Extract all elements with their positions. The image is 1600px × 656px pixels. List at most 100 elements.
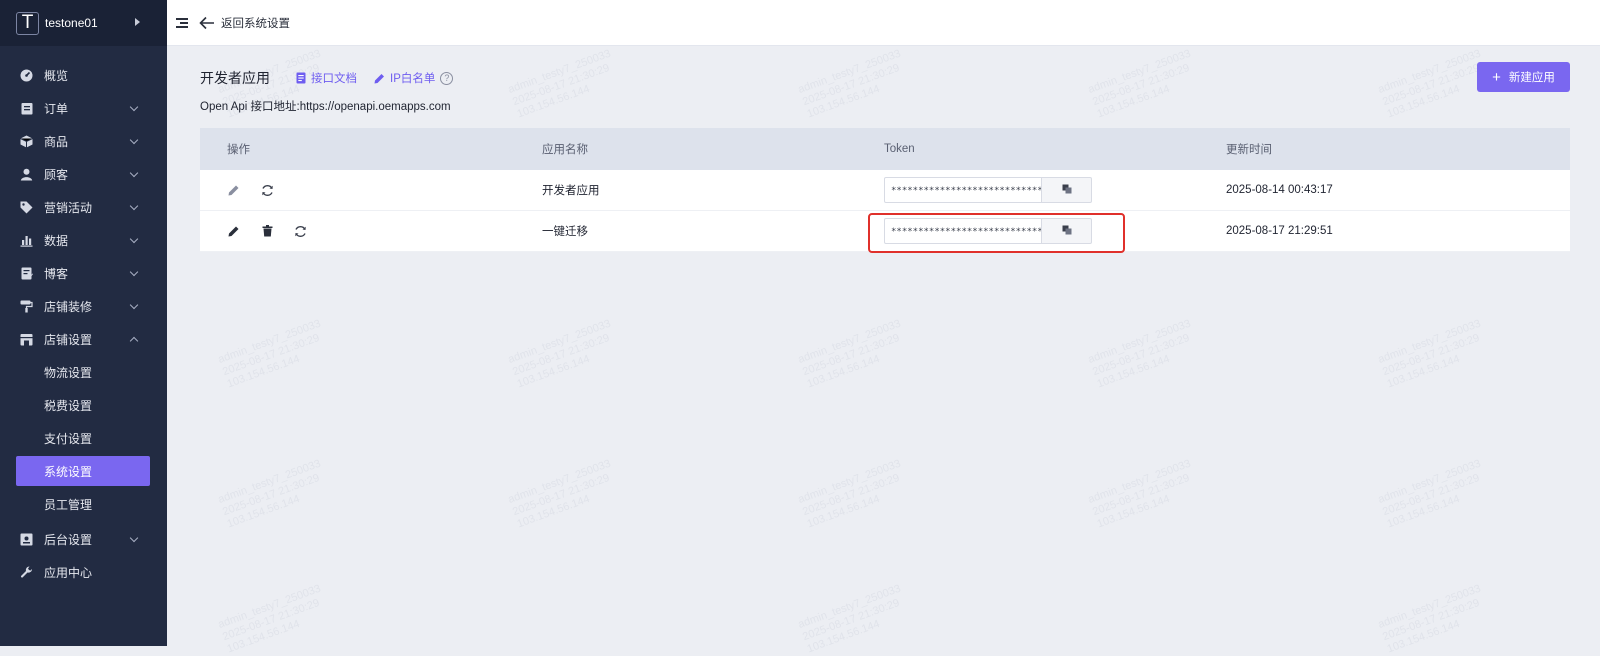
chevron-down-icon (129, 135, 139, 145)
column-header: 操作 (227, 144, 250, 156)
sidebar-item-label: 后台设置 (44, 533, 93, 547)
api-docs-label: 接口文档 (311, 73, 357, 85)
new-app-label: 新建应用 (1508, 72, 1555, 84)
sidebar-item-label: 订单 (44, 102, 69, 116)
token-field[interactable]: ***************************** (884, 177, 1042, 203)
watermark: admin_testy7_250033 2025-08-17 21:30:29 … (1376, 47, 1483, 121)
column-header: 更新时间 (1226, 144, 1272, 156)
updated-time: 2025-08-14 00:43:17 (1226, 184, 1333, 196)
sidebar-subitem-payment[interactable]: 支付设置 (16, 423, 150, 453)
watermark: admin_testy7_250033 2025-08-17 21:30:29 … (796, 582, 903, 656)
sidebar-subitem-system[interactable]: 系统设置 (16, 456, 150, 486)
chevron-up-icon (129, 336, 139, 346)
pencil-icon (374, 73, 385, 84)
sidebar-item-marketing[interactable]: 营销活动 (0, 191, 167, 224)
store-switcher[interactable]: T testone01 (0, 0, 167, 46)
sidebar-item-store-design[interactable]: 店铺装修 (0, 290, 167, 323)
sidebar-item-label: 店铺装修 (44, 300, 93, 314)
admin-icon (20, 533, 33, 546)
chart-icon (20, 234, 33, 247)
store-name: testone01 (45, 16, 98, 30)
sidebar-item-orders[interactable]: 订单 (0, 92, 167, 125)
sidebar-item-store-settings[interactable]: 店铺设置 (0, 323, 167, 356)
sidebar-subitem-staff[interactable]: 员工管理 (16, 489, 150, 519)
wrench-icon (20, 566, 33, 579)
sidebar-item-label: 概览 (44, 69, 69, 83)
sidebar-item-products[interactable]: 商品 (0, 125, 167, 158)
copy-token-button[interactable] (1042, 177, 1092, 203)
ip-whitelist-label: IP白名单 (390, 73, 436, 85)
delete-icon[interactable] (260, 224, 274, 238)
sidebar-item-label: 员工管理 (44, 497, 93, 512)
copy-icon (1062, 184, 1072, 197)
watermark: admin_testy7_250033 2025-08-17 21:30:29 … (506, 317, 613, 391)
menu-toggle-icon[interactable] (176, 17, 188, 28)
sidebar-item-label: 顾客 (44, 168, 69, 182)
new-app-button[interactable]: + 新建应用 (1477, 62, 1570, 92)
api-url: Open Api 接口地址:https://openapi.oemapps.co… (200, 101, 451, 113)
caret-right-icon (135, 18, 140, 26)
chevron-down-icon (129, 533, 139, 543)
sidebar-item-customers[interactable]: 顾客 (0, 158, 167, 191)
app-name: 开发者应用 (542, 185, 600, 197)
back-link[interactable]: 返回系统设置 (221, 15, 290, 31)
watermark: admin_testy7_250033 2025-08-17 21:30:29 … (1086, 47, 1193, 121)
sidebar-item-blog[interactable]: 博客 (0, 257, 167, 290)
dashboard-icon (20, 69, 33, 82)
chevron-down-icon (129, 201, 139, 211)
column-header: Token (884, 143, 915, 155)
row-actions (200, 224, 542, 238)
customer-icon (20, 168, 33, 181)
table-header: 操作 应用名称 Token 更新时间 (200, 128, 1570, 170)
chevron-down-icon (129, 102, 139, 112)
help-icon[interactable]: ? (440, 71, 454, 85)
sidebar-item-data[interactable]: 数据 (0, 224, 167, 257)
watermark: admin_testy7_250033 2025-08-17 21:30:29 … (796, 47, 903, 121)
paint-roller-icon (20, 300, 33, 313)
refresh-icon[interactable] (293, 224, 307, 238)
watermark: admin_testy7_250033 2025-08-17 21:30:29 … (216, 317, 323, 391)
sidebar-item-admin-settings[interactable]: 后台设置 (0, 523, 167, 556)
top-bar: 返回系统设置 (167, 0, 1600, 46)
sidebar-item-label: 营销活动 (44, 201, 93, 215)
watermark: admin_testy7_250033 2025-08-17 21:30:29 … (506, 457, 613, 531)
sidebar-item-label: 博客 (44, 267, 69, 281)
tag-icon (20, 201, 33, 214)
watermark: admin_testy7_250033 2025-08-17 21:30:29 … (506, 47, 613, 121)
token-group: ***************************** (884, 177, 1092, 203)
chevron-down-icon (129, 300, 139, 310)
sidebar-item-label: 数据 (44, 234, 69, 248)
edit-icon[interactable] (227, 224, 241, 238)
back-arrow-icon[interactable] (199, 16, 215, 30)
watermark: admin_testy7_250033 2025-08-17 21:30:29 … (1086, 317, 1193, 391)
watermark: admin_testy7_250033 2025-08-17 21:30:29 … (216, 582, 323, 656)
watermark: admin_testy7_250033 2025-08-17 21:30:29 … (796, 457, 903, 531)
token-highlight-box (868, 213, 1125, 253)
watermark: admin_testy7_250033 2025-08-17 21:30:29 … (1376, 457, 1483, 531)
order-icon (20, 102, 33, 115)
sidebar-item-overview[interactable]: 概览 (0, 59, 167, 92)
token-cell: ***************************** (884, 177, 1226, 203)
sidebar-item-label: 应用中心 (44, 566, 93, 580)
chevron-down-icon (129, 234, 139, 244)
row-actions (200, 183, 542, 197)
sidebar-subitem-logistics[interactable]: 物流设置 (16, 357, 150, 387)
store-icon (20, 333, 33, 346)
sidebar-subitem-tax[interactable]: 税费设置 (16, 390, 150, 420)
refresh-icon[interactable] (260, 183, 274, 197)
sidebar-item-label: 物流设置 (44, 365, 93, 380)
ip-whitelist-link[interactable]: IP白名单 ? (374, 70, 454, 86)
watermark: admin_testy7_250033 2025-08-17 21:30:29 … (1376, 317, 1483, 391)
api-docs-link[interactable]: 接口文档 (296, 70, 357, 86)
document-icon (296, 72, 306, 84)
product-icon (20, 135, 33, 148)
chevron-down-icon (129, 267, 139, 277)
sidebar-item-app-center[interactable]: 应用中心 (0, 556, 167, 589)
watermark: admin_testy7_250033 2025-08-17 21:30:29 … (796, 317, 903, 391)
app-name: 一键迁移 (542, 226, 588, 238)
sidebar-item-label: 店铺设置 (44, 333, 93, 347)
edit-icon[interactable] (227, 183, 241, 197)
blog-icon (20, 267, 33, 280)
watermark: admin_testy7_250033 2025-08-17 21:30:29 … (216, 457, 323, 531)
sidebar-item-label: 支付设置 (44, 431, 93, 446)
